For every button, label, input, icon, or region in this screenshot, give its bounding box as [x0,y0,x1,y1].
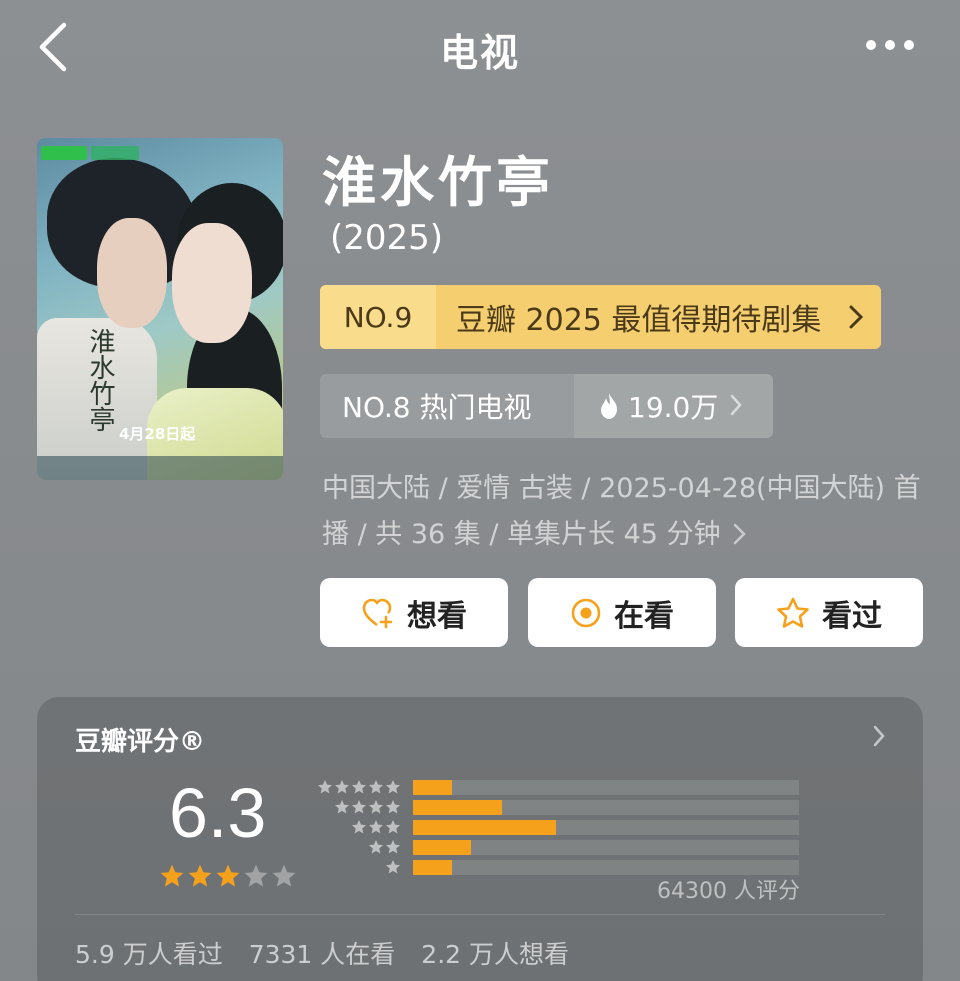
ranking-expected-banner[interactable]: NO.9 豆瓣 2025 最值得期待剧集 [320,285,881,349]
star-level-5 [315,779,401,795]
rating-bar-fill [413,859,452,875]
rating-bar-track [413,819,799,835]
chevron-right-icon [849,285,881,349]
watched-button[interactable]: 看过 [735,578,923,647]
stat-watched[interactable]: 5.9 万人看过 [75,935,223,971]
audience-stats: 5.9 万人看过 7331 人在看 2.2 万人想看 [75,935,569,971]
star-small-icon [335,780,349,794]
ranking-number: NO.9 [320,285,436,349]
poster-date: 4月28日起 [119,425,196,443]
rating-score: 6.3 [169,774,267,852]
chevron-right-icon [873,721,885,754]
star-level-3 [315,819,401,835]
star-empty-icon [244,864,268,887]
star-level-4 [315,799,401,815]
rating-card[interactable]: 豆瓣评分® 6.3 64300 人评分 5.9 万人看过 7331 人在看 2.… [37,697,923,981]
heat-indicator: 19.0万 [574,374,773,438]
page-title: 电视 [439,31,520,75]
star-empty-icon [272,864,296,887]
star-filled-icon [216,864,240,887]
star-level-1 [315,859,401,875]
star-small-icon [369,840,383,854]
more-button[interactable] [866,40,914,50]
rating-bar-fill [413,779,452,795]
star-small-icon [352,800,366,814]
star-outline-icon [777,597,809,628]
rating-bar-track [413,839,799,855]
show-year: (2025) [330,218,444,258]
star-small-icon [386,780,400,794]
watching-button[interactable]: 在看 [528,578,716,647]
rating-bar-row [315,837,799,857]
star-small-icon [386,820,400,834]
hot-tv-label: NO.8 热门电视 [342,391,532,424]
rating-bar-row [315,817,799,837]
rating-count: 64300 人评分 [657,879,800,904]
star-filled-icon [188,864,212,887]
star-small-icon [369,820,383,834]
star-small-icon [386,840,400,854]
star-small-icon [335,800,349,814]
rating-bar-fill [413,819,556,835]
star-small-icon [352,820,366,834]
show-title: 淮水竹亭 [322,151,554,214]
flame-icon [601,393,617,419]
rating-bar-row [315,797,799,817]
star-small-icon [318,780,332,794]
rating-bar-fill [413,839,471,855]
star-filled-icon [160,864,184,887]
poster-image[interactable]: 淮水竹亭 4月28日起 [37,138,283,480]
star-small-icon [369,780,383,794]
heat-value: 19.0万 [628,391,719,424]
rating-title: 豆瓣评分® [75,727,206,757]
rating-bar-row [315,777,799,797]
heart-plus-icon [362,598,393,628]
target-circle-icon [571,598,601,627]
score-stars [159,863,297,889]
show-meta-info[interactable]: 中国大陆 / 爱情 古装 / 2025-04-28(中国大陆) 首播 / 共 3… [322,466,927,558]
chevron-right-icon [730,390,750,423]
stat-watching[interactable]: 7331 人在看 [249,935,396,971]
star-small-icon [386,860,400,874]
star-level-2 [315,839,401,855]
poster-calligraphy: 淮水竹亭 [85,328,115,432]
ranking-label: 豆瓣 2025 最值得期待剧集 [456,303,822,338]
star-small-icon [352,780,366,794]
divider [75,914,885,915]
stat-want[interactable]: 2.2 万人想看 [421,935,569,971]
star-small-icon [386,800,400,814]
rating-distribution [315,777,799,877]
want-to-watch-button[interactable]: 想看 [320,578,508,647]
rating-bar-fill [413,799,502,815]
rating-bar-track [413,779,799,795]
more-dots-icon [866,40,876,50]
star-small-icon [369,800,383,814]
chevron-right-icon [733,523,746,545]
rating-bar-track [413,799,799,815]
ranking-hot-tv[interactable]: NO.8 热门电视 19.0万 [320,374,773,438]
